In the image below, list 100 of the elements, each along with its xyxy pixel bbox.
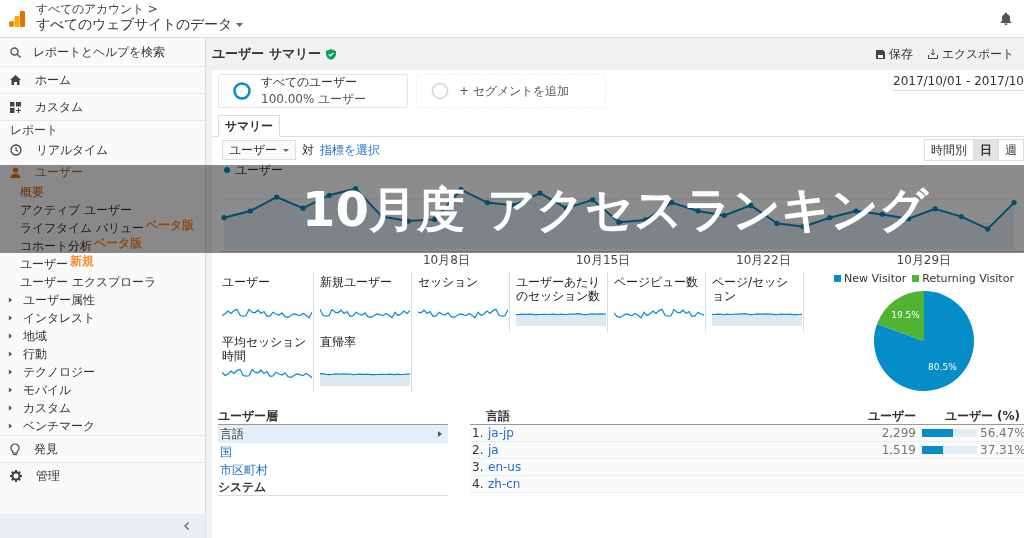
metric-label: ユーザー	[222, 276, 271, 290]
status-label: ベータ版	[145, 217, 194, 234]
analytics-logo-icon	[8, 9, 26, 28]
choose-metric-link[interactable]: 指標を選択	[320, 141, 380, 159]
lightbulb-icon	[10, 442, 20, 456]
report-group-link[interactable]: 行動	[23, 345, 47, 363]
table-heading: システム	[218, 478, 266, 496]
download-icon	[928, 49, 938, 59]
segment-share: 100.00% ユーザー	[261, 91, 367, 108]
segment-card[interactable]: すべてのユーザー 100.00% ユーザー	[218, 74, 408, 108]
chevron-right-icon	[438, 431, 442, 437]
home-icon	[10, 75, 21, 85]
granularity-button[interactable]: 週	[998, 140, 1023, 160]
language-link[interactable]: en-us	[488, 460, 1024, 474]
expand-triangle-icon[interactable]	[8, 297, 13, 303]
clock-icon	[10, 144, 22, 156]
discover-link[interactable]: 発見	[34, 440, 58, 458]
versus-label: 対	[302, 141, 314, 159]
language-link[interactable]: ja-jp	[488, 426, 856, 440]
language-link[interactable]: zh-cn	[488, 477, 1024, 491]
report-group-link[interactable]: ベンチマーク	[23, 417, 95, 435]
custom-link[interactable]: カスタム	[35, 98, 83, 116]
legend-label: New Visitor	[844, 272, 907, 285]
status-label: 新規	[70, 253, 94, 270]
collapse-chevron-icon[interactable]	[184, 522, 189, 530]
slice-label: 19.5%	[891, 309, 920, 320]
ring-icon	[233, 82, 251, 100]
rank-number: 3.	[471, 460, 485, 474]
report-link[interactable]: コホート分析	[20, 237, 92, 255]
table-cell-text: 2,299	[880, 426, 916, 440]
metric-label: ページ/セッション	[712, 276, 790, 304]
metric-label: 平均セッション時間	[222, 336, 307, 364]
report-group-link[interactable]: モバイル	[23, 381, 71, 399]
notification-bell-icon[interactable]	[1000, 12, 1012, 25]
expand-triangle-icon[interactable]	[8, 369, 13, 375]
search-reports-link[interactable]: レポートとヘルプを検索	[0, 38, 205, 66]
rank-number: 2.	[471, 443, 485, 457]
rank-number: 4.	[471, 477, 485, 491]
home-link[interactable]: ホーム	[35, 71, 71, 89]
dashboard-grid-icon	[10, 101, 21, 113]
search-label: レポートとヘルプを検索	[33, 43, 165, 61]
column-header: ユーザー (%)	[943, 407, 1021, 425]
series-legend-label: ユーザー	[235, 161, 283, 179]
save-button[interactable]: 保存	[876, 45, 913, 63]
metric-label: ページビュー数	[614, 276, 699, 290]
report-group-link[interactable]: テクノロジー	[23, 363, 95, 381]
series-dot	[224, 167, 230, 173]
expand-triangle-icon[interactable]	[8, 387, 13, 393]
table-heading: ユーザー層	[218, 407, 278, 425]
dimension-item[interactable]: 市区町村	[218, 461, 448, 479]
report-link[interactable]: ユーザー	[20, 255, 68, 273]
report-group-link[interactable]: カスタム	[23, 399, 71, 417]
expand-triangle-icon[interactable]	[8, 315, 13, 321]
metric-dropdown[interactable]: ユーザー	[222, 140, 296, 160]
table-cell-text: 1,519	[880, 443, 916, 457]
axis-date-label: 10月15日	[575, 252, 631, 266]
status-label: ベータ版	[94, 235, 142, 252]
export-button[interactable]: エクスポート	[928, 45, 1014, 63]
breadcrumb[interactable]: すべてのアカウント >	[36, 2, 990, 17]
report-link[interactable]: ライフタイム バリュー	[20, 219, 144, 237]
metric-label: ユーザーあたりのセッション数	[516, 276, 601, 304]
dimension-item[interactable]: 言語	[218, 425, 448, 443]
report-link[interactable]: ユーザー エクスプローラ	[20, 273, 156, 291]
reports-heading: レポート	[10, 122, 58, 139]
realtime-link[interactable]: リアルタイム	[36, 141, 108, 159]
date-range-picker[interactable]: 2017/10/01 - 2017/10	[893, 74, 1024, 91]
gear-icon	[10, 470, 22, 482]
add-segment-label: + セグメントを追加	[459, 82, 569, 100]
metric-label: 新規ユーザー	[320, 276, 393, 290]
metric-label: セッション	[418, 276, 479, 290]
segment-name: すべてのユーザー	[261, 74, 358, 91]
report-group-link[interactable]: インタレスト	[23, 309, 95, 327]
expand-triangle-icon[interactable]	[8, 351, 13, 357]
summary-tab[interactable]: サマリー	[218, 115, 280, 137]
expand-triangle-icon[interactable]	[8, 405, 13, 411]
person-icon	[10, 166, 21, 178]
expand-triangle-icon[interactable]	[8, 423, 13, 429]
page-title: ユーザー サマリー	[212, 45, 321, 63]
property-selector[interactable]: すべてのウェブサイトのデータ	[36, 16, 990, 35]
dimension-item[interactable]: 国	[218, 443, 448, 461]
report-group-link[interactable]: 地域	[23, 327, 47, 345]
report-group-link[interactable]: ユーザー属性	[23, 291, 95, 309]
search-icon	[10, 46, 21, 58]
axis-date-label: 10月29日	[896, 252, 952, 266]
column-header: 言語	[486, 407, 511, 425]
column-header: ユーザー	[867, 407, 916, 425]
report-link[interactable]: アクティブ ユーザー	[20, 201, 132, 219]
verified-shield-icon	[325, 48, 336, 60]
granularity-button[interactable]: 時間別	[925, 140, 973, 160]
axis-date-label: 10月22日	[736, 252, 791, 266]
language-link[interactable]: ja	[488, 443, 856, 457]
expand-triangle-icon[interactable]	[8, 333, 13, 339]
add-segment-button[interactable]: + セグメントを追加	[416, 74, 606, 108]
legend-label: Returning Visitor	[922, 272, 1014, 285]
metric-label: 直帰率	[320, 336, 357, 350]
granularity-button[interactable]: 日	[973, 140, 998, 160]
rank-number: 1.	[471, 426, 485, 440]
admin-link[interactable]: 管理	[36, 467, 60, 485]
caret-icon	[283, 148, 289, 152]
axis-date-label: 10月8日	[422, 252, 470, 266]
